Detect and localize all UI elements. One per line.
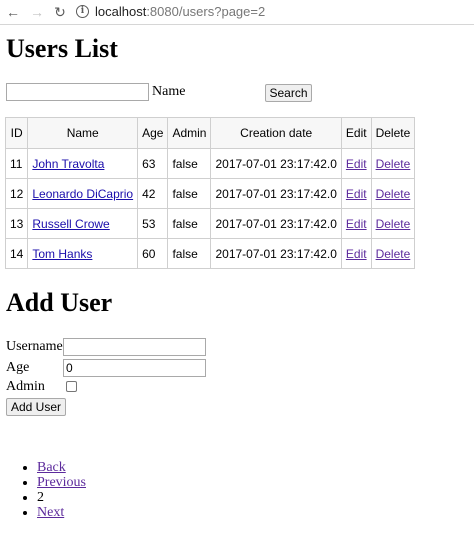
add-user-button[interactable]: Add User: [6, 398, 66, 416]
cell-name: Russell Crowe: [27, 208, 139, 239]
username-label: Username: [6, 339, 63, 354]
age-field[interactable]: [63, 359, 206, 377]
table-row: 13 Russell Crowe 53 false 2017-07-01 23:…: [4, 208, 416, 239]
delete-link[interactable]: Delete: [376, 187, 411, 201]
cell-name: Tom Hanks: [27, 238, 139, 269]
header-delete: Delete: [370, 117, 416, 149]
arrow-right-icon[interactable]: →: [27, 2, 47, 22]
age-label: Age: [6, 360, 30, 375]
cell-admin: false: [167, 208, 212, 239]
table-row: 12 Leonardo DiCaprio 42 false 2017-07-01…: [4, 178, 416, 209]
users-table: ID Name Age Admin Creation date Edit Del…: [4, 117, 416, 269]
info-icon[interactable]: i: [76, 5, 89, 18]
address-bar[interactable]: localhost:8080/users?page=2: [95, 4, 265, 20]
cell-edit: Edit: [340, 208, 372, 239]
table-row: 14 Tom Hanks 60 false 2017-07-01 23:17:4…: [4, 238, 416, 269]
next-link[interactable]: Next: [37, 505, 64, 520]
header-admin: Admin: [167, 117, 212, 149]
user-name-link[interactable]: John Travolta: [32, 157, 104, 171]
edit-link[interactable]: Edit: [346, 247, 367, 261]
cell-edit: Edit: [340, 148, 372, 179]
cell-delete: Delete: [370, 178, 416, 209]
search-label: Name: [152, 84, 186, 99]
cell-edit: Edit: [340, 178, 372, 209]
cell-id: 14: [4, 238, 29, 269]
reload-icon[interactable]: ↻: [50, 2, 70, 22]
cell-delete: Delete: [370, 148, 416, 179]
admin-label: Admin: [6, 379, 45, 394]
delete-link[interactable]: Delete: [376, 157, 411, 171]
cell-creation-date: 2017-07-01 23:17:42.0: [210, 178, 342, 209]
cell-admin: false: [167, 148, 212, 179]
pagination: Back Previous 2 Next: [0, 460, 86, 520]
cell-creation-date: 2017-07-01 23:17:42.0: [210, 148, 342, 179]
cell-creation-date: 2017-07-01 23:17:42.0: [210, 238, 342, 269]
browser-toolbar: ← → ↻ i localhost:8080/users?page=2: [0, 0, 474, 25]
user-name-link[interactable]: Tom Hanks: [32, 247, 92, 261]
previous-link[interactable]: Previous: [37, 475, 86, 490]
header-id: ID: [4, 117, 29, 149]
delete-link[interactable]: Delete: [376, 247, 411, 261]
edit-link[interactable]: Edit: [346, 157, 367, 171]
back-link[interactable]: Back: [37, 460, 66, 475]
search-input[interactable]: [6, 83, 149, 101]
cell-delete: Delete: [370, 208, 416, 239]
pagination-item: Previous: [37, 475, 86, 490]
pagination-item: Next: [37, 505, 86, 520]
header-creation-date: Creation date: [210, 117, 342, 149]
header-age: Age: [137, 117, 169, 149]
cell-age: 53: [137, 208, 169, 239]
cell-id: 13: [4, 208, 29, 239]
pagination-item: Back: [37, 460, 86, 475]
arrow-left-icon[interactable]: ←: [3, 2, 23, 22]
cell-name: Leonardo DiCaprio: [27, 178, 139, 209]
cell-admin: false: [167, 238, 212, 269]
cell-age: 63: [137, 148, 169, 179]
user-name-link[interactable]: Russell Crowe: [32, 217, 109, 231]
table-row: 11 John Travolta 63 false 2017-07-01 23:…: [4, 148, 416, 179]
table-header-row: ID Name Age Admin Creation date Edit Del…: [4, 117, 416, 149]
edit-link[interactable]: Edit: [346, 217, 367, 231]
username-field[interactable]: [63, 338, 206, 356]
delete-link[interactable]: Delete: [376, 217, 411, 231]
current-page: 2: [37, 490, 44, 505]
cell-delete: Delete: [370, 238, 416, 269]
header-name: Name: [27, 117, 139, 149]
cell-name: John Travolta: [27, 148, 139, 179]
cell-creation-date: 2017-07-01 23:17:42.0: [210, 208, 342, 239]
admin-checkbox[interactable]: [66, 381, 77, 392]
page-title: Users List: [6, 34, 118, 63]
header-edit: Edit: [340, 117, 372, 149]
edit-link[interactable]: Edit: [346, 187, 367, 201]
cell-admin: false: [167, 178, 212, 209]
pagination-item: 2: [37, 490, 86, 505]
cell-edit: Edit: [340, 238, 372, 269]
cell-age: 42: [137, 178, 169, 209]
search-button[interactable]: Search: [265, 84, 312, 102]
add-user-title: Add User: [6, 288, 113, 317]
url-host: localhost: [95, 4, 147, 19]
cell-age: 60: [137, 238, 169, 269]
cell-id: 11: [4, 148, 29, 179]
user-name-link[interactable]: Leonardo DiCaprio: [32, 187, 133, 201]
url-path: :8080/users?page=2: [146, 4, 266, 19]
cell-id: 12: [4, 178, 29, 209]
